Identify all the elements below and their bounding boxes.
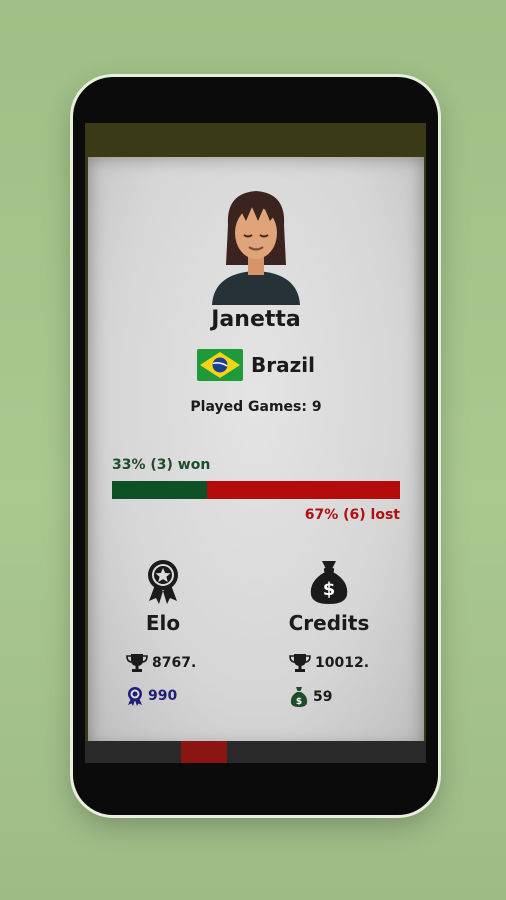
credits-value: 59: [313, 689, 333, 705]
bottom-strip-accent: [181, 741, 227, 763]
profile-card: Janetta Brazil Played Games: 9 33% (3) w…: [88, 157, 424, 749]
award-ribbon-icon: [128, 687, 142, 706]
credits-title: Credits: [288, 611, 370, 635]
money-bag-icon: $: [290, 687, 308, 707]
win-bar-fill: [112, 481, 208, 499]
elo-value-row: 990: [126, 686, 177, 706]
country-row: Brazil: [88, 349, 424, 381]
player-name: Janetta: [211, 307, 301, 332]
country-name: Brazil: [251, 353, 315, 377]
trophy-icon: [289, 654, 311, 672]
app-screen: Janetta Brazil Played Games: 9 33% (3) w…: [85, 123, 426, 763]
credits-total: 10012.: [315, 655, 370, 671]
elo-section: Elo: [103, 557, 223, 635]
brazil-flag-icon: [197, 349, 244, 381]
money-bag-icon: $: [310, 561, 348, 604]
elo-total-row: 8767.: [126, 653, 196, 673]
won-label: 33% (3) won: [112, 457, 211, 473]
svg-text:$: $: [296, 697, 302, 707]
phone-frame: Janetta Brazil Played Games: 9 33% (3) w…: [73, 77, 438, 815]
elo-total: 8767.: [152, 655, 197, 671]
award-ribbon-icon: [148, 560, 178, 604]
bottom-strip: [85, 741, 426, 763]
svg-text:$: $: [323, 579, 336, 600]
avatar: [212, 191, 300, 305]
credits-total-row: 10012.: [289, 653, 369, 673]
lost-label: 67% (6) lost: [304, 507, 400, 523]
win-loss-bar: [112, 481, 400, 499]
credits-value-row: $ 59: [289, 686, 332, 708]
played-games: Played Games: 9: [190, 399, 322, 415]
elo-value: 990: [148, 688, 178, 704]
credits-section: $ Credits: [269, 557, 389, 635]
elo-title: Elo: [145, 611, 181, 635]
trophy-icon: [126, 654, 148, 672]
